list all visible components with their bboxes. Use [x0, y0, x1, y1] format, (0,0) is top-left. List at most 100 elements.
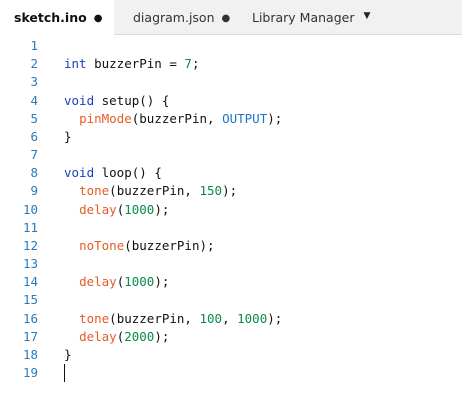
- code-line[interactable]: 11: [0, 219, 462, 237]
- code-line[interactable]: 16 tone(buzzerPin, 100, 1000);: [0, 310, 462, 328]
- code-line[interactable]: 7: [0, 146, 462, 164]
- code-line[interactable]: 3: [0, 73, 462, 91]
- line-number: 3: [30, 74, 38, 90]
- code-editor[interactable]: 1 2 int buzzerPin = 7; 3 4 void setup() {5 pi…: [0, 36, 462, 404]
- unsaved-dot-icon: ●: [93, 13, 103, 24]
- text-cursor: [64, 364, 65, 383]
- line-number: 18: [22, 346, 38, 362]
- code-token: tone: [79, 310, 110, 326]
- code-text: int buzzerPin = 7;: [64, 55, 199, 73]
- tab-label: Library Manager: [252, 10, 355, 25]
- line-number: 8: [30, 165, 38, 181]
- code-line[interactable]: 18}: [0, 346, 462, 364]
- tab-sketch-ino[interactable]: sketch.ino ●: [0, 0, 114, 36]
- line-number: 13: [22, 256, 38, 272]
- code-token: (buzzerPin,: [131, 110, 223, 126]
- code-token: }: [64, 346, 72, 362]
- code-token: 1000: [237, 310, 268, 326]
- code-token: delay: [79, 201, 117, 217]
- code-token: 2000: [124, 328, 155, 344]
- code-line[interactable]: 8 void loop() {: [0, 164, 462, 182]
- code-line[interactable]: 10 delay(1000);: [0, 201, 462, 219]
- code-line[interactable]: 2 int buzzerPin = 7;: [0, 55, 462, 73]
- code-token: );: [154, 201, 170, 217]
- chevron-down-icon[interactable]: ▼: [358, 0, 376, 35]
- code-text: delay(1000);: [64, 201, 169, 219]
- code-token: 150: [199, 183, 223, 199]
- code-text: void loop() {: [64, 164, 162, 182]
- code-line[interactable]: 13: [0, 255, 462, 273]
- code-token: tone: [79, 183, 110, 199]
- code-token: loop() {: [94, 165, 162, 181]
- code-token: );: [267, 110, 283, 126]
- line-number: 19: [22, 365, 38, 381]
- code-line[interactable]: 14 delay(1000);: [0, 273, 462, 291]
- code-token: void: [64, 165, 95, 181]
- code-line[interactable]: 9 tone(buzzerPin, 150);: [0, 182, 462, 200]
- code-line[interactable]: 17 delay(2000);: [0, 328, 462, 346]
- code-text: tone(buzzerPin, 150);: [64, 182, 237, 200]
- code-token: );: [154, 328, 170, 344]
- code-token: buzzerPin =: [86, 56, 185, 72]
- code-line[interactable]: 12 noTone(buzzerPin);: [0, 237, 462, 255]
- code-line[interactable]: 19: [0, 364, 462, 383]
- line-number: 9: [30, 183, 38, 199]
- code-token: (buzzerPin,: [109, 183, 200, 199]
- code-text: noTone(buzzerPin);: [64, 237, 215, 255]
- code-token: }: [64, 128, 72, 144]
- tab-label: sketch.ino: [14, 10, 87, 25]
- code-token: ,: [222, 310, 238, 326]
- code-line[interactable]: 5 pinMode(buzzerPin, OUTPUT);: [0, 110, 462, 128]
- code-token: (buzzerPin);: [124, 237, 215, 253]
- code-token: pinMode: [79, 110, 132, 126]
- line-number: 11: [22, 219, 38, 235]
- code-text: }: [64, 128, 72, 146]
- code-text: }: [64, 346, 72, 364]
- code-token: );: [222, 183, 238, 199]
- code-line[interactable]: 15: [0, 291, 462, 309]
- code-token: 1000: [124, 274, 155, 290]
- line-number: 2: [30, 56, 38, 72]
- code-token: int: [64, 56, 87, 72]
- code-text: delay(2000);: [64, 328, 169, 346]
- code-token: 7: [184, 56, 192, 72]
- code-text: pinMode(buzzerPin, OUTPUT);: [64, 110, 282, 128]
- tab-library-manager[interactable]: Library Manager: [252, 0, 354, 35]
- code-token: (buzzerPin,: [109, 310, 200, 326]
- code-token: noTone: [79, 237, 125, 253]
- editor-tab-bar: sketch.ino ● diagram.json ● Library Manage…: [0, 0, 462, 36]
- line-number: 12: [22, 237, 38, 253]
- code-token: setup() {: [94, 92, 170, 108]
- tab-diagram-json[interactable]: diagram.json ●: [133, 0, 230, 35]
- line-number: 10: [22, 201, 38, 217]
- line-number: 6: [30, 128, 38, 144]
- code-token: );: [267, 310, 283, 326]
- code-token: 1000: [124, 201, 155, 217]
- code-token: void: [64, 92, 95, 108]
- line-number: 4: [30, 92, 38, 108]
- code-text: delay(1000);: [64, 273, 169, 291]
- code-line[interactable]: 4 void setup() {: [0, 92, 462, 110]
- code-token: );: [154, 274, 170, 290]
- line-number: 5: [30, 110, 38, 126]
- tab-label: diagram.json: [133, 10, 215, 25]
- code-text: void setup() {: [64, 92, 169, 110]
- code-line[interactable]: 6}: [0, 128, 462, 146]
- code-token: delay: [79, 274, 117, 290]
- line-number: 7: [30, 147, 38, 163]
- code-token: delay: [79, 328, 117, 344]
- unsaved-dot-icon: ●: [221, 13, 231, 24]
- line-number: 14: [22, 274, 38, 290]
- code-token: ;: [191, 56, 200, 72]
- line-number: 17: [22, 328, 38, 344]
- code-line[interactable]: 1: [0, 37, 462, 55]
- line-number: 1: [30, 38, 38, 53]
- code-token: 100: [199, 310, 223, 326]
- code-token: OUTPUT: [222, 110, 268, 126]
